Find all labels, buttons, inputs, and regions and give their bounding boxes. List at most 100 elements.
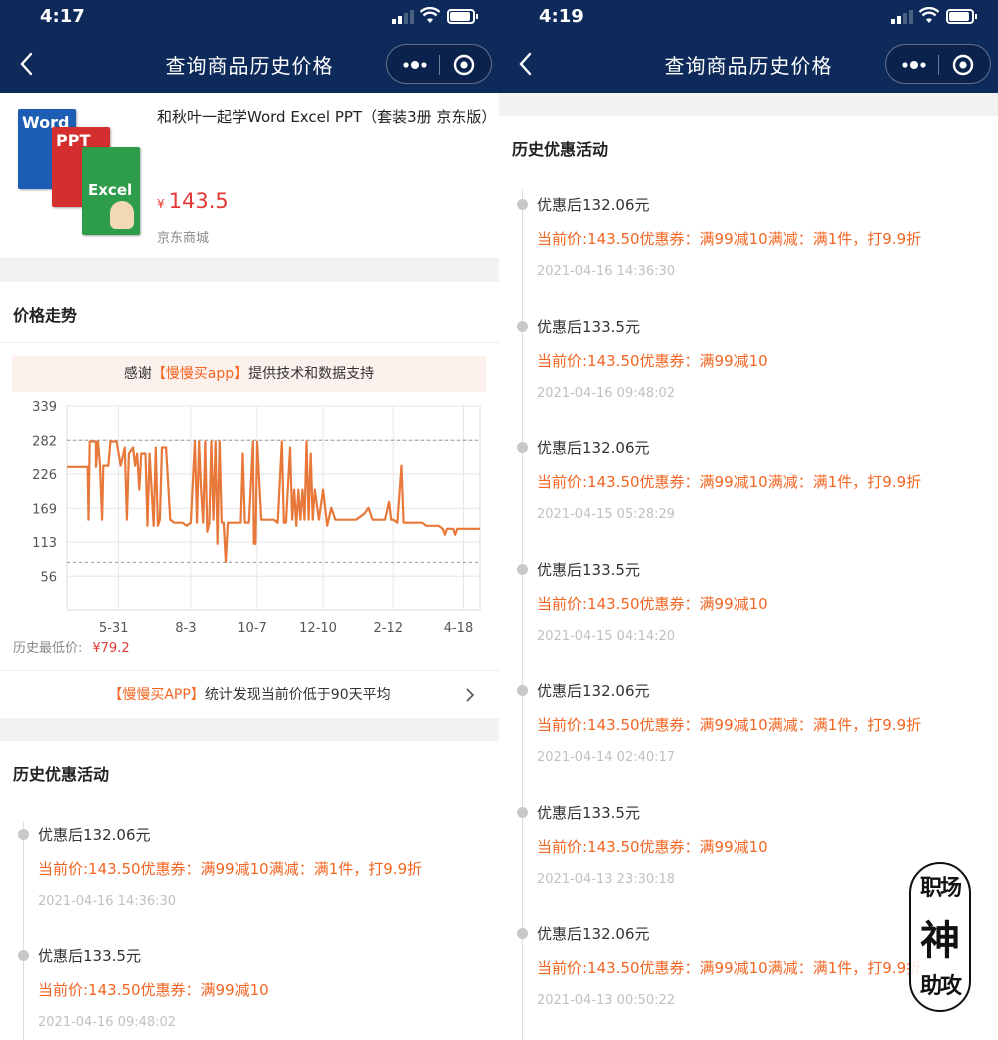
timeline-dot xyxy=(18,950,29,961)
entry-title: 优惠后133.5元 xyxy=(537,317,640,336)
data-source-banner: 感谢【慢慢买app】提供技术和数据支持 xyxy=(12,356,486,392)
entry-title: 优惠后132.06元 xyxy=(537,925,650,943)
divider xyxy=(0,342,499,343)
stat-source: 【慢慢买APP】 xyxy=(108,687,205,703)
author-portrait xyxy=(110,201,134,229)
x-tick-label: 5-31 xyxy=(99,621,129,636)
y-tick-label: 339 xyxy=(32,400,57,415)
entry-title: 优惠后132.06元 xyxy=(537,439,650,457)
more-icon[interactable] xyxy=(900,56,928,74)
battery-icon xyxy=(946,9,977,24)
status-time: 4:17 xyxy=(40,6,85,27)
top-bar: 4:17 查询商品历史价格 xyxy=(0,0,499,93)
nav-bar: 查询商品历史价格 xyxy=(0,34,499,93)
entry-title: 优惠后133.5元 xyxy=(38,947,141,965)
status-bar: 4:17 xyxy=(0,0,499,34)
history-entry: 优惠后132.06元当前价:143.50优惠券：满99减10满减：满1件，打9.… xyxy=(499,437,998,558)
product-price: ¥143.5 xyxy=(157,189,229,213)
watermark-text: 助攻 xyxy=(919,974,962,999)
capsule-divider xyxy=(439,55,440,75)
entry-title: 优惠后132.06元 xyxy=(38,826,151,844)
y-tick-label: 169 xyxy=(32,502,57,517)
history-entry: 优惠后132.06元当前价:143.50优惠券：满99减10满减：满1件，打9.… xyxy=(499,680,998,801)
timeline-dot xyxy=(517,442,528,453)
timeline-dot xyxy=(517,199,528,210)
entry-detail: 当前价:143.50优惠券：满99减10满减：满1件，打9.9折 xyxy=(537,473,922,491)
product-image: Word PPT Excel xyxy=(16,107,142,235)
stat-summary-row[interactable]: 【慢慢买APP】统计发现当前价低于90天平均 xyxy=(0,670,499,718)
book-cover-excel: Excel xyxy=(82,147,140,235)
history-entry: 优惠后133.5元当前价:143.50优惠券：满99减10 2021-04-16 … xyxy=(499,316,998,437)
section-gap xyxy=(499,93,998,116)
watermark-seal: 职场 神 助攻 xyxy=(909,862,971,1012)
entry-detail: 当前价:143.50优惠券：满99减10 xyxy=(38,981,269,999)
wifi-icon xyxy=(420,7,440,23)
battery-icon xyxy=(447,9,478,24)
timeline-dot xyxy=(517,806,528,818)
book-cover-title: Excel xyxy=(88,181,133,199)
x-tick-label: 10-7 xyxy=(237,621,267,636)
entry-time: 2021-04-13 00:50:22 xyxy=(537,993,676,1008)
status-bar: 4:19 xyxy=(499,0,998,34)
y-tick-label: 226 xyxy=(32,468,57,483)
close-target-icon[interactable] xyxy=(952,54,974,76)
entry-time: 2021-04-14 02:40:17 xyxy=(537,750,676,765)
product-name: 和秋叶一起学Word Excel PPT（套装3册 京东版） xyxy=(157,108,497,126)
mini-program-capsule xyxy=(885,44,991,84)
close-target-icon[interactable] xyxy=(453,54,475,76)
chevron-right-icon xyxy=(466,688,475,702)
entry-detail: 当前价:143.50优惠券：满99减10满减：满1件，打9.9折 xyxy=(537,959,922,977)
entry-time: 2021-04-16 09:48:02 xyxy=(537,385,676,401)
capsule-divider xyxy=(938,55,939,75)
timeline-dot xyxy=(517,563,528,575)
nav-bar: 查询商品历史价格 xyxy=(499,34,998,93)
banner-source: 【慢慢买app】 xyxy=(151,366,249,382)
x-tick-label: 2-12 xyxy=(374,621,404,636)
price-value: 143.5 xyxy=(168,189,229,213)
entry-time: 2021-04-16 09:48:02 xyxy=(38,1015,177,1030)
signal-icon xyxy=(891,10,915,24)
x-tick-label: 4-18 xyxy=(444,621,474,636)
history-entry: 优惠后133.5元当前价:143.50优惠券：满99减10 2021-04-15 … xyxy=(499,559,998,680)
entry-time: 2021-04-15 04:14:20 xyxy=(537,628,676,644)
lowest-price-value: ¥79.2 xyxy=(92,641,130,656)
entry-time: 2021-04-13 23:30:18 xyxy=(537,871,676,887)
currency-symbol: ¥ xyxy=(157,197,165,211)
timeline-dot xyxy=(517,685,528,696)
entry-title: 优惠后132.06元 xyxy=(537,682,650,700)
entry-detail: 当前价:143.50优惠券：满99减10 xyxy=(537,837,768,856)
timeline-dot xyxy=(18,829,29,840)
right-screen: 4:19 查询商品历史价格 历史优惠活动 优惠后132.06元当前价:143.5… xyxy=(499,0,998,1040)
x-tick-label: 12-10 xyxy=(299,621,337,636)
entry-detail: 当前价:143.50优惠券：满99减10 xyxy=(537,351,768,370)
lowest-price: 历史最低价: ¥79.2 xyxy=(13,637,130,656)
banner-text: 提供技术和数据支持 xyxy=(248,366,375,382)
entry-detail: 当前价:143.50优惠券：满99减10满减：满1件，打9.9折 xyxy=(537,230,922,248)
entry-title: 优惠后132.06元 xyxy=(537,196,650,214)
section-title: 历史优惠活动 xyxy=(512,140,609,159)
entry-title: 优惠后133.5元 xyxy=(537,560,640,579)
entry-title: 优惠后133.5元 xyxy=(537,803,640,822)
price-trend-chart[interactable]: 339 282 226 169 113 56 5-31 8-3 10-7 12-10 2-12 4-1… xyxy=(0,394,499,646)
entry-detail: 当前价:143.50优惠券：满99减10满减：满1件，打9.9折 xyxy=(38,860,423,878)
y-tick-label: 56 xyxy=(40,570,57,585)
wifi-icon xyxy=(919,7,939,23)
entry-detail: 当前价:143.50优惠券：满99减10满减：满1件，打9.9折 xyxy=(537,716,922,734)
more-icon[interactable] xyxy=(401,56,429,74)
lowest-price-label: 历史最低价: xyxy=(13,641,83,656)
entry-detail: 当前价:143.50优惠券：满99减10 xyxy=(537,594,768,613)
banner-text: 感谢 xyxy=(123,366,152,382)
signal-icon xyxy=(392,10,416,24)
section-title: 历史优惠活动 xyxy=(13,765,110,784)
history-promotions-section: 历史优惠活动 优惠后132.06元 当前价:143.50优惠券：满99减10满减… xyxy=(0,741,499,1040)
history-entry: 优惠后132.06元 当前价:143.50优惠券：满99减10满减：满1件，打9… xyxy=(0,824,499,945)
store-name: 京东商城 xyxy=(157,231,210,246)
history-entry: 优惠后133.5元 当前价:143.50优惠券：满99减10 2021-04-1… xyxy=(0,945,499,1040)
product-card[interactable]: Word PPT Excel 和秋叶一起学Word Excel PPT（套装3册… xyxy=(0,93,499,258)
timeline-dot xyxy=(517,320,528,332)
watermark-text: 神 xyxy=(920,918,960,964)
y-tick-label: 282 xyxy=(32,434,57,449)
left-screen: 4:17 查询商品历史价格 Word PPT Excel 和秋叶一起学Word … xyxy=(0,0,499,1040)
price-trend-section: 价格走势 感谢【慢慢买app】提供技术和数据支持 339 282 226 169 113… xyxy=(0,282,499,718)
x-tick-label: 8-3 xyxy=(175,621,196,636)
